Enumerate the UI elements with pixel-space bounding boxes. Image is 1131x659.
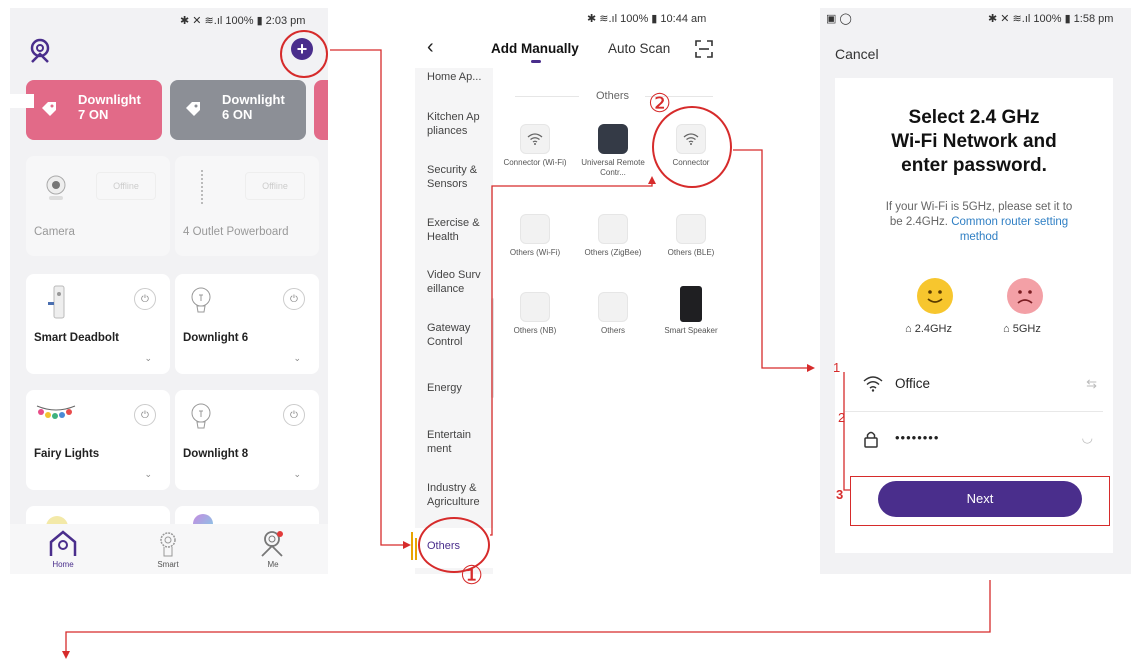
step-bracket	[843, 372, 850, 491]
arrow-others-to-connector	[490, 178, 653, 536]
highlight-add-button	[280, 30, 328, 78]
arrow-add-to-others	[330, 49, 405, 546]
arrowhead	[807, 364, 815, 372]
highlight-next-button	[850, 476, 1110, 526]
arrow-next-to-continue	[65, 580, 991, 652]
step-number-1: ①	[460, 560, 484, 590]
step-number-2: ②	[648, 88, 672, 118]
wifi-step-3: 3	[836, 487, 844, 502]
arrowhead	[403, 541, 411, 549]
wifi-step-2: 2	[838, 410, 846, 425]
arrow-connector-to-wifi	[733, 149, 808, 369]
arrowhead	[62, 651, 70, 659]
arrowhead	[648, 176, 656, 184]
wifi-step-1: 1	[833, 360, 841, 375]
annotation-arrows	[62, 49, 991, 659]
